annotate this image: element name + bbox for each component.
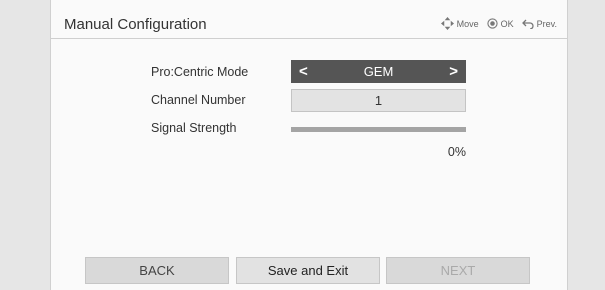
- back-button[interactable]: BACK: [85, 257, 229, 284]
- move-hint-label: Move: [456, 18, 479, 29]
- move-hint: Move: [440, 17, 479, 30]
- next-button[interactable]: NEXT: [386, 257, 530, 284]
- back-arrow-icon: [521, 19, 534, 29]
- prev-hint: Prev.: [521, 18, 557, 29]
- chevron-right-icon[interactable]: >: [449, 63, 458, 80]
- ok-hint-label: OK: [500, 18, 514, 29]
- save-and-exit-button[interactable]: Save and Exit: [236, 257, 380, 284]
- ok-hint: OK: [487, 18, 514, 29]
- mode-value: GEM: [363, 64, 394, 79]
- mode-selector[interactable]: < GEM >: [291, 60, 466, 83]
- channel-label: Channel Number: [151, 93, 246, 107]
- signal-strength-value: 0%: [447, 145, 466, 159]
- navigation-hints: Move OK Prev.: [440, 17, 557, 30]
- signal-strength-bar: [291, 127, 466, 132]
- header: Manual Configuration Move OK Prev.: [51, 6, 567, 39]
- mode-label: Pro:Centric Mode: [151, 65, 249, 79]
- config-panel: Manual Configuration Move OK Prev. Pro:C…: [50, 0, 568, 290]
- ok-button-icon: [487, 18, 498, 29]
- page-title: Manual Configuration: [64, 16, 207, 33]
- channel-number-field[interactable]: 1: [291, 89, 466, 112]
- chevron-left-icon[interactable]: <: [299, 63, 308, 80]
- dpad-icon: [440, 17, 454, 30]
- signal-label: Signal Strength: [151, 121, 237, 135]
- prev-hint-label: Prev.: [536, 18, 557, 29]
